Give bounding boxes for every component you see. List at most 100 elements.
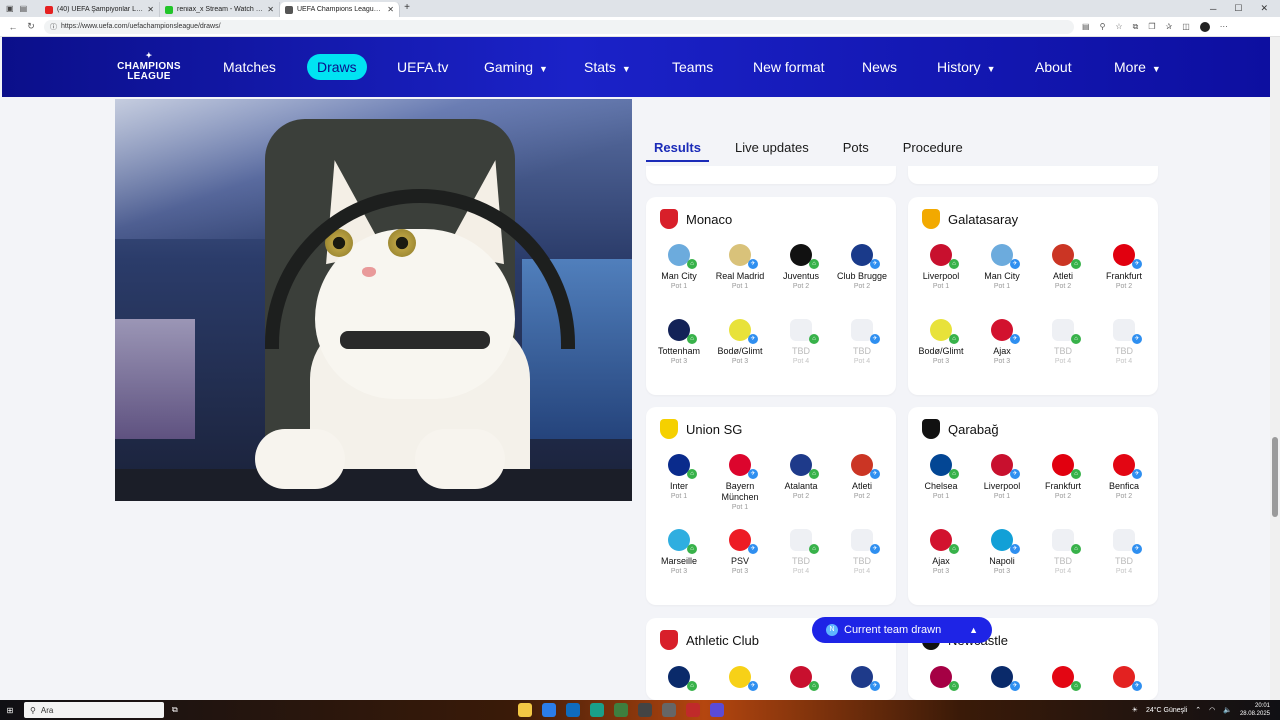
nav-matches[interactable]: Matches bbox=[223, 57, 276, 77]
file-explorer-icon[interactable] bbox=[517, 703, 532, 717]
weather-icon[interactable]: ☀ bbox=[1132, 706, 1138, 714]
refresh-icon[interactable]: ↻ bbox=[26, 21, 36, 32]
clock[interactable]: 20:01 28.08.2025 bbox=[1240, 702, 1270, 718]
opponent-item[interactable]: ✈ PSV Pot 3 bbox=[710, 529, 770, 575]
opponent-item[interactable]: ⌂ Inter Pot 1 bbox=[649, 454, 709, 500]
tab-actions-icon[interactable]: ▤ bbox=[20, 4, 28, 13]
opponent-item[interactable]: ⌂ Atleti Pot 2 bbox=[1033, 244, 1093, 290]
opponent-item[interactable]: ⌂ Marseille Pot 3 bbox=[649, 529, 709, 575]
opponent-badge[interactable]: ✈ bbox=[710, 666, 770, 691]
champions-league-logo[interactable]: ✦ CHAMPIONS LEAGUE bbox=[114, 51, 184, 82]
browser-tab[interactable]: (40) UEFA Şampiyonlar Ligi Müzi ✕ bbox=[40, 2, 160, 17]
opponent-item[interactable]: ⌂ Atalanta Pot 2 bbox=[771, 454, 831, 500]
opponent-item[interactable]: ✈ Man City Pot 1 bbox=[972, 244, 1032, 290]
collections-icon[interactable]: ❐ bbox=[1148, 22, 1155, 31]
app-icon[interactable] bbox=[613, 703, 628, 717]
opponent-item[interactable]: ⌂ Ajax Pot 3 bbox=[911, 529, 971, 575]
opponent-item[interactable]: ⌂ Tottenham Pot 3 bbox=[649, 319, 709, 365]
settings-icon[interactable] bbox=[661, 703, 676, 717]
zoom-icon[interactable]: ⚲ bbox=[1100, 22, 1106, 31]
opponent-badge[interactable]: ✈ bbox=[832, 666, 892, 691]
tab-results[interactable]: Results bbox=[646, 138, 709, 162]
store-icon[interactable] bbox=[541, 703, 556, 717]
menu-dots-icon[interactable]: ⋯ bbox=[1220, 22, 1228, 31]
app-icon[interactable] bbox=[709, 703, 724, 717]
opponent-item[interactable]: ✈ Bayern München Pot 1 bbox=[710, 454, 770, 511]
close-icon[interactable]: ✕ bbox=[147, 5, 154, 14]
tab-live-updates[interactable]: Live updates bbox=[727, 138, 817, 162]
task-view-icon[interactable]: ⧉ bbox=[172, 705, 178, 715]
opponent-item[interactable]: ✈ TBD Pot 4 bbox=[1094, 319, 1154, 365]
opponent-item[interactable]: ⌂ Juventus Pot 2 bbox=[771, 244, 831, 290]
opponent-badge[interactable]: ✈ bbox=[972, 666, 1032, 691]
opponent-item[interactable]: ✈ Benfica Pot 2 bbox=[1094, 454, 1154, 500]
nav-gaming[interactable]: Gaming ▼ bbox=[484, 57, 548, 77]
new-tab-button[interactable]: + bbox=[400, 2, 414, 17]
workspaces-icon[interactable]: ▣ bbox=[6, 4, 14, 13]
opponent-item[interactable]: ✈ Bodø/Glimt Pot 3 bbox=[710, 319, 770, 365]
maximize-icon[interactable]: ☐ bbox=[1234, 3, 1242, 14]
browser-tab[interactable]: reniax_x Stream - Watch Live on K ✕ bbox=[160, 2, 280, 17]
tab-procedure[interactable]: Procedure bbox=[895, 138, 971, 162]
url-field[interactable]: ⓘ https://www.uefa.com/uefachampionsleag… bbox=[44, 19, 1074, 34]
app-icon[interactable] bbox=[637, 703, 652, 717]
nav-history[interactable]: History ▼ bbox=[937, 57, 995, 77]
network-icon[interactable]: ◠ bbox=[1209, 706, 1215, 714]
extensions-icon[interactable]: ⧉ bbox=[1133, 22, 1139, 32]
favorite-icon[interactable]: ☆ bbox=[1115, 22, 1122, 31]
opponent-item[interactable]: ✈ Liverpool Pot 1 bbox=[972, 454, 1032, 500]
windows-start-icon[interactable]: ⊞ bbox=[0, 706, 20, 715]
profile-avatar[interactable] bbox=[1199, 21, 1210, 32]
opponent-badge[interactable]: ✈ bbox=[1094, 666, 1154, 691]
opponent-item[interactable]: ⌂ TBD Pot 4 bbox=[771, 529, 831, 575]
nav-draws[interactable]: Draws bbox=[307, 54, 367, 80]
close-window-icon[interactable]: ✕ bbox=[1260, 3, 1268, 14]
opponent-item[interactable]: ⌂ Man City Pot 1 bbox=[649, 244, 709, 290]
nav-new-format[interactable]: New format bbox=[753, 57, 825, 77]
back-icon[interactable]: ← bbox=[8, 22, 18, 32]
nav-uefa-tv[interactable]: UEFA.tv bbox=[397, 57, 448, 77]
scrollbar-thumb[interactable] bbox=[1272, 437, 1278, 517]
opponent-badge[interactable]: ⌂ bbox=[1033, 666, 1093, 691]
outlook-icon[interactable] bbox=[565, 703, 580, 717]
opponent-item[interactable]: ✈ TBD Pot 4 bbox=[832, 529, 892, 575]
opponent-badge[interactable]: ⌂ bbox=[911, 666, 971, 691]
opponent-item[interactable]: ⌂ Liverpool Pot 1 bbox=[911, 244, 971, 290]
split-screen-icon[interactable]: ◫ bbox=[1182, 22, 1190, 31]
opponent-item[interactable]: ✈ Ajax Pot 3 bbox=[972, 319, 1032, 365]
nav-stats[interactable]: Stats ▼ bbox=[584, 57, 631, 77]
opponent-item[interactable]: ⌂ TBD Pot 4 bbox=[1033, 319, 1093, 365]
opponent-item[interactable]: ✈ Real Madrid Pot 1 bbox=[710, 244, 770, 290]
opponent-item[interactable]: ⌂ Bodø/Glimt Pot 3 bbox=[911, 319, 971, 365]
opponent-item[interactable]: ✈ TBD Pot 4 bbox=[1094, 529, 1154, 575]
edge-icon[interactable] bbox=[589, 703, 604, 717]
opponent-item[interactable]: ⌂ Frankfurt Pot 2 bbox=[1033, 454, 1093, 500]
reader-icon[interactable]: ▤ bbox=[1082, 22, 1090, 31]
site-info-icon[interactable]: ⓘ bbox=[50, 22, 57, 32]
opponent-item[interactable]: ✈ Napoli Pot 3 bbox=[972, 529, 1032, 575]
volume-icon[interactable]: 🔈 bbox=[1223, 706, 1232, 714]
close-icon[interactable]: ✕ bbox=[267, 5, 274, 14]
tray-chevron-icon[interactable]: ⌃ bbox=[1195, 706, 1201, 714]
app-icon[interactable] bbox=[685, 703, 700, 717]
opponent-item[interactable]: ⌂ TBD Pot 4 bbox=[1033, 529, 1093, 575]
opponent-item[interactable]: ✈ Club Brugge Pot 2 bbox=[832, 244, 892, 290]
current-team-drawn-button[interactable]: N Current team drawn ▲ bbox=[812, 617, 992, 643]
favorites-bar-icon[interactable]: ✰ bbox=[1165, 22, 1172, 31]
opponent-item[interactable]: ✈ Atleti Pot 2 bbox=[832, 454, 892, 500]
tab-pots[interactable]: Pots bbox=[835, 138, 877, 162]
opponent-badge[interactable]: ⌂ bbox=[771, 666, 831, 691]
taskbar-search[interactable]: ⚲ Ara bbox=[24, 702, 164, 718]
nav-more[interactable]: More ▼ bbox=[1114, 57, 1161, 77]
opponent-item[interactable]: ⌂ TBD Pot 4 bbox=[771, 319, 831, 365]
minimize-icon[interactable]: ─ bbox=[1210, 4, 1216, 14]
nav-about[interactable]: About bbox=[1035, 57, 1072, 77]
opponent-item[interactable]: ⌂ Chelsea Pot 1 bbox=[911, 454, 971, 500]
nav-news[interactable]: News bbox=[862, 57, 897, 77]
opponent-item[interactable]: ✈ Frankfurt Pot 2 bbox=[1094, 244, 1154, 290]
page-scrollbar[interactable] bbox=[1270, 37, 1280, 700]
opponent-item[interactable]: ✈ TBD Pot 4 bbox=[832, 319, 892, 365]
opponent-badge[interactable]: ⌂ bbox=[649, 666, 709, 691]
browser-tab-active[interactable]: UEFA Champions League League ✕ bbox=[280, 2, 400, 17]
close-icon[interactable]: ✕ bbox=[387, 5, 394, 14]
